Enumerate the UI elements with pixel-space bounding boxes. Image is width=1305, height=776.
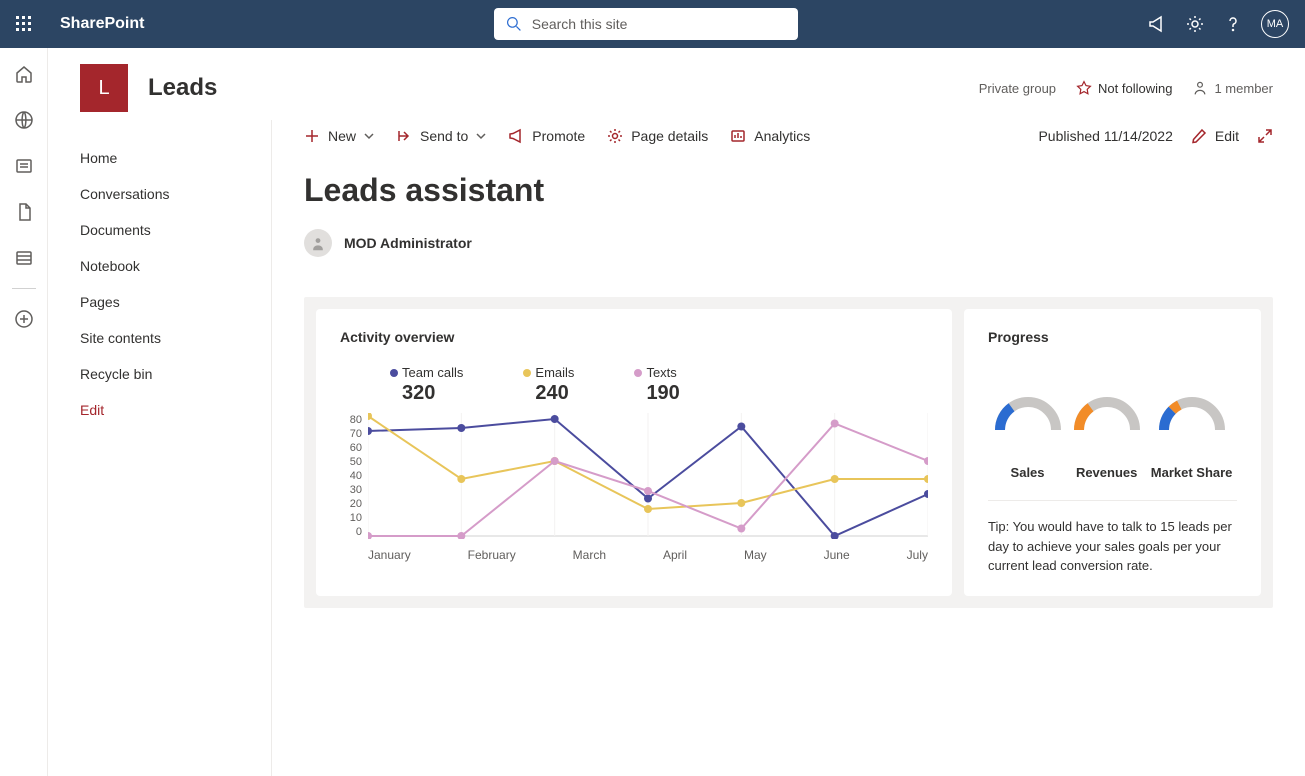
dot-icon [634,369,642,377]
app-launcher-icon[interactable] [8,8,40,40]
send-icon [396,128,412,144]
megaphone-icon[interactable] [1147,14,1167,34]
search-input[interactable] [532,16,786,32]
activity-title: Activity overview [340,329,928,345]
send-to-button[interactable]: Send to [396,128,486,144]
gauge-label: Market Share [1151,465,1233,480]
app-name[interactable]: SharePoint [60,15,144,33]
gear-icon [607,128,623,144]
author-row: MOD Administrator [304,229,1273,257]
nav-conversations[interactable]: Conversations [48,176,271,212]
activity-card: Activity overview Team calls 320 Emails … [316,309,952,596]
suite-bar: SharePoint MA [0,0,1305,48]
add-icon[interactable] [14,309,34,329]
command-bar: New Send to Promote Page details [272,120,1305,152]
dot-icon [523,369,531,377]
chart-legend: Team calls 320 Emails 240 Texts 190 [390,365,928,405]
site-title[interactable]: Leads [148,74,217,102]
nav-edit[interactable]: Edit [48,392,271,428]
legend-texts: Texts 190 [634,365,679,405]
plus-icon [304,128,320,144]
canvas: Activity overview Team calls 320 Emails … [304,297,1273,608]
analytics-icon [730,128,746,144]
list-icon[interactable] [14,248,34,268]
person-icon [1192,80,1208,96]
file-icon[interactable] [14,202,34,222]
members-button[interactable]: 1 member [1192,80,1273,96]
site-header: L Leads Private group Not following 1 me… [48,48,1305,120]
globe-icon[interactable] [14,110,34,130]
new-button[interactable]: New [304,128,374,144]
gauge: Revenues [1072,395,1142,480]
nav-notebook[interactable]: Notebook [48,248,271,284]
author-avatar [304,229,332,257]
chevron-down-icon [364,131,374,141]
y-axis-labels: 80706050403020100 [340,413,362,539]
settings-icon[interactable] [1185,14,1205,34]
home-icon[interactable] [14,64,34,84]
analytics-button[interactable]: Analytics [730,128,810,144]
rail-divider [12,288,36,289]
privacy-label: Private group [979,81,1056,96]
site-logo[interactable]: L [80,64,128,112]
news-icon[interactable] [14,156,34,176]
x-axis-labels: JanuaryFebruaryMarchAprilMayJuneJuly [368,548,928,562]
line-chart: 80706050403020100 JanuaryFebruaryMarchAp… [340,413,928,562]
side-nav: Home Conversations Documents Notebook Pa… [48,120,272,776]
search-box[interactable] [494,8,798,40]
author-name: MOD Administrator [344,235,472,251]
progress-title: Progress [988,329,1237,345]
gauge: Sales [993,395,1063,480]
gauge-label: Revenues [1076,465,1137,480]
search-icon [506,16,522,32]
tip-text: Tip: You would have to talk to 15 leads … [988,500,1237,576]
nav-site-contents[interactable]: Site contents [48,320,271,356]
user-avatar[interactable]: MA [1261,10,1289,38]
help-icon[interactable] [1223,14,1243,34]
chart-plot-area [368,413,928,539]
nav-pages[interactable]: Pages [48,284,271,320]
expand-icon[interactable] [1257,128,1273,144]
nav-recycle-bin[interactable]: Recycle bin [48,356,271,392]
legend-team-calls: Team calls 320 [390,365,463,405]
star-icon [1076,80,1092,96]
app-rail [0,48,48,776]
nav-documents[interactable]: Documents [48,212,271,248]
legend-emails: Emails 240 [523,365,574,405]
gauge-row: Sales Revenues Market Share [988,395,1237,480]
megaphone-icon [508,128,524,144]
pencil-icon [1191,128,1207,144]
promote-button[interactable]: Promote [508,128,585,144]
dot-icon [390,369,398,377]
follow-button[interactable]: Not following [1076,80,1172,96]
page-title: Leads assistant [304,172,1273,209]
chevron-down-icon [476,131,486,141]
page-details-button[interactable]: Page details [607,128,708,144]
gauge-label: Sales [1011,465,1045,480]
nav-home[interactable]: Home [48,140,271,176]
progress-card: Progress Sales Revenues Market Share Tip: … [964,309,1261,596]
edit-button[interactable]: Edit [1191,128,1239,144]
gauge: Market Share [1151,395,1233,480]
published-label: Published 11/14/2022 [1038,128,1172,144]
